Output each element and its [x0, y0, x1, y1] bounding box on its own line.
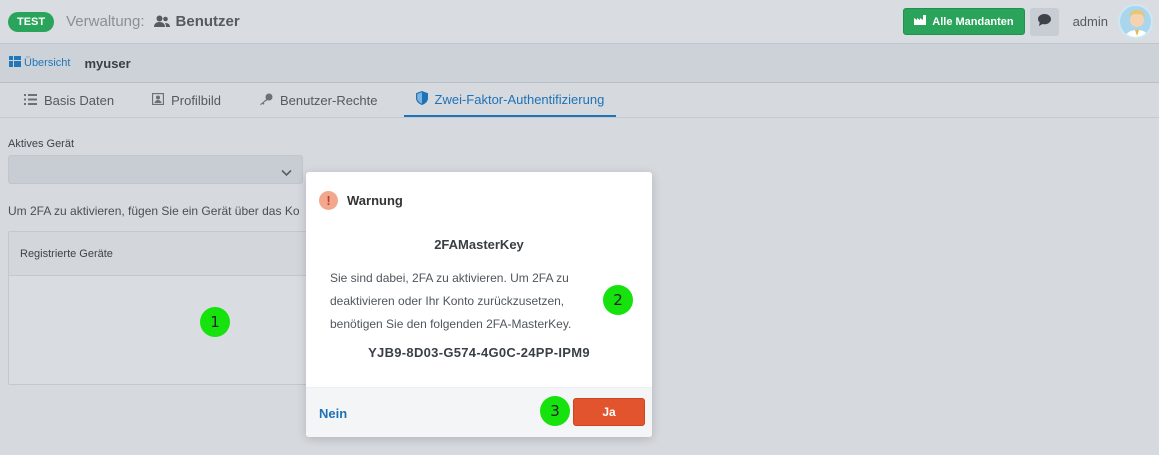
dialog-message: Sie sind dabei, 2FA zu aktivieren. Um 2F…	[330, 271, 572, 331]
no-button[interactable]: Nein	[319, 406, 347, 421]
list-icon	[24, 93, 37, 108]
tab-profilbild[interactable]: Profilbild	[140, 83, 233, 117]
tab-basis-daten[interactable]: Basis Daten	[12, 83, 126, 117]
avatar[interactable]	[1118, 4, 1153, 39]
dialog-title: Warnung	[347, 192, 403, 208]
tab-label: Profilbild	[171, 92, 221, 108]
building-icon	[914, 15, 927, 28]
top-bar: TEST Verwaltung: Benutzer Alle Mandanten…	[0, 0, 1159, 44]
env-badge: TEST	[8, 11, 55, 32]
activation-hint: Um 2FA zu aktivieren, fügen Sie ein Gerä…	[8, 204, 300, 218]
tab-label: Zwei-Faktor-Authentifizierung	[434, 91, 605, 107]
tab-label: Benutzer-Rechte	[279, 92, 378, 108]
shield-icon	[415, 90, 428, 108]
active-device-select[interactable]	[8, 155, 303, 184]
step-marker-1: 1	[200, 307, 230, 337]
app-title: Verwaltung:	[66, 13, 145, 30]
chat-button[interactable]	[1029, 7, 1059, 36]
tab-label: Basis Daten	[44, 92, 115, 108]
overview-link[interactable]: Übersicht	[9, 56, 70, 70]
warning-icon: !	[319, 190, 338, 210]
user-name[interactable]: admin	[1073, 14, 1108, 29]
yes-button[interactable]: Ja	[573, 398, 645, 426]
registered-devices-panel: Registrierte Geräte	[8, 231, 308, 385]
step-marker-3: 3	[540, 396, 570, 426]
master-key-title: 2FAMasterKey	[434, 237, 524, 252]
tab-bar: Basis Daten Profilbild Benutzer-Rechte Z…	[0, 84, 1159, 118]
registered-devices-header: Registrierte Geräte	[9, 232, 307, 276]
breadcrumb: Übersicht myuser	[0, 44, 1159, 83]
page-name: Benutzer	[175, 13, 240, 30]
all-mandanten-label: Alle Mandanten	[932, 15, 1014, 28]
step-marker-2: 2	[603, 285, 633, 315]
master-key-value: YJB9-8D03-G574-4G0C-24PP-IPM9	[368, 345, 590, 360]
key-icon	[259, 93, 273, 108]
users-icon	[153, 15, 170, 28]
tab-benutzer-rechte[interactable]: Benutzer-Rechte	[247, 83, 390, 117]
image-icon	[151, 92, 165, 108]
dialog-header: ! Warnung	[306, 172, 652, 228]
chevron-down-icon	[281, 164, 292, 182]
overview-icon	[9, 56, 21, 70]
active-device-label: Aktives Gerät	[8, 138, 75, 150]
breadcrumb-current: myuser	[84, 55, 131, 71]
dialog-footer: Nein Ja	[306, 387, 652, 437]
chat-icon	[1037, 13, 1051, 31]
overview-label: Übersicht	[24, 57, 71, 69]
tab-zwei-faktor[interactable]: Zwei-Faktor-Authentifizierung	[403, 83, 617, 117]
warning-dialog: ! Warnung 2FAMasterKey Sie sind dabei, 2…	[306, 172, 652, 437]
all-mandanten-button[interactable]: Alle Mandanten	[903, 8, 1025, 35]
